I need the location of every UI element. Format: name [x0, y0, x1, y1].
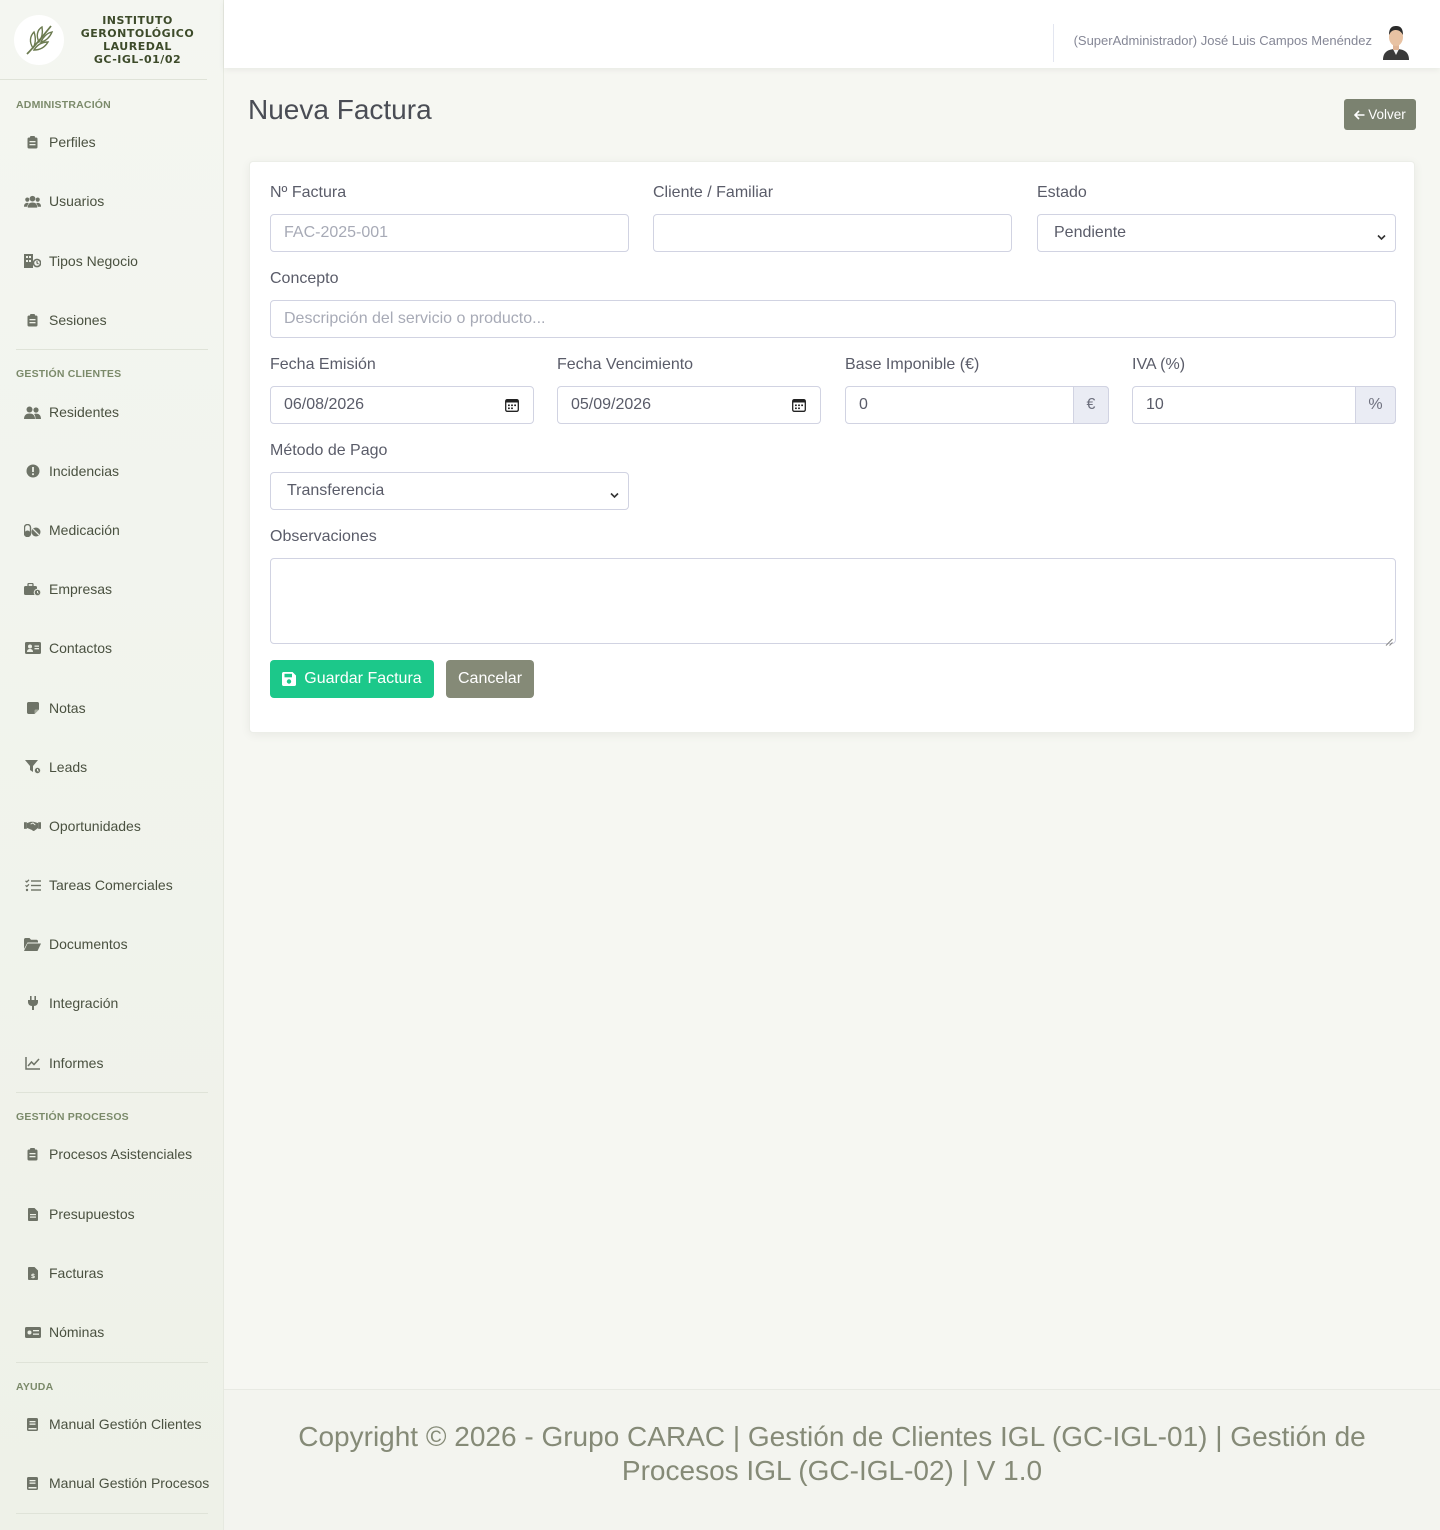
sidebar-item-notas[interactable]: Notas — [24, 698, 86, 718]
nav-heading-gestion-procesos: Gestión Procesos — [16, 1111, 129, 1123]
funnel-icon — [24, 760, 41, 774]
resize-handle[interactable] — [1385, 633, 1393, 646]
sidebar-item-usuarios[interactable]: Usuarios — [24, 191, 104, 211]
client-input[interactable] — [653, 214, 1012, 252]
sidebar-item-oportunidades[interactable]: Oportunidades — [24, 816, 141, 836]
handshake-icon — [24, 819, 41, 833]
nav-divider — [16, 1513, 208, 1514]
base-input[interactable]: 0 € — [845, 386, 1109, 424]
sidebar-item-presupuestos[interactable]: Presupuestos — [24, 1204, 135, 1224]
euro-addon: € — [1073, 386, 1109, 424]
concept-input[interactable]: Descripción del servicio o producto... — [270, 300, 1396, 338]
brand[interactable]: INSTITUTO GERONTOLÓGICO LAUREDAL GC-IGL-… — [0, 0, 207, 80]
folder-open-icon — [24, 937, 41, 951]
invoice-number-input[interactable]: FAC-2025-001 — [270, 214, 629, 252]
clipboard-icon — [24, 135, 41, 149]
calendar-icon[interactable] — [792, 398, 806, 412]
laurel-logo-icon — [14, 14, 64, 65]
building-icon — [24, 254, 41, 268]
sidebar: INSTITUTO GERONTOLÓGICO LAUREDAL GC-IGL-… — [0, 0, 224, 1530]
calendar-icon[interactable] — [505, 398, 519, 412]
issue-date-input[interactable]: 06/08/2026 — [270, 386, 534, 424]
back-button[interactable]: Volver — [1344, 99, 1416, 130]
due-date-input[interactable]: 05/09/2026 — [557, 386, 821, 424]
chevron-down-icon — [1377, 229, 1386, 241]
sidebar-item-residentes[interactable]: Residentes — [24, 402, 119, 422]
briefcase-icon — [24, 582, 41, 596]
topbar: (SuperAdministrador) José Luis Campos Me… — [224, 0, 1440, 68]
brand-name: INSTITUTO GERONTOLÓGICO LAUREDAL GC-IGL-… — [80, 13, 195, 66]
nav-divider — [16, 349, 208, 350]
sidebar-item-nominas[interactable]: Nóminas — [24, 1322, 104, 1342]
book-icon — [24, 1417, 41, 1431]
svg-text:$: $ — [30, 1272, 35, 1280]
sidebar-item-integracion[interactable]: Integración — [24, 993, 118, 1013]
line-chart-icon — [24, 1056, 41, 1070]
address-card-icon — [24, 641, 41, 655]
book-icon — [24, 1476, 41, 1490]
status-label: Estado — [1037, 184, 1087, 201]
payment-method-label: Método de Pago — [270, 442, 388, 459]
notes-textarea[interactable] — [270, 558, 1396, 646]
clipboard-icon — [24, 1147, 41, 1161]
status-select[interactable]: Pendiente — [1037, 214, 1396, 252]
copyright-text: Copyright © 2026 - Grupo CARAC | Gestión… — [298, 1421, 1366, 1486]
cancel-button[interactable]: Cancelar — [446, 660, 534, 698]
money-bill-icon — [24, 1325, 41, 1339]
concept-label: Concepto — [270, 270, 339, 287]
chevron-down-icon — [610, 487, 619, 499]
pills-icon — [24, 523, 41, 537]
vat-input[interactable]: 10 % — [1132, 386, 1396, 424]
sidebar-item-facturas[interactable]: $ Facturas — [24, 1263, 103, 1283]
topbar-divider — [1053, 24, 1054, 62]
save-icon — [282, 672, 297, 686]
invoice-number-label: Nº Factura — [270, 184, 347, 201]
nav-heading-gestion-clientes: Gestión Clientes — [16, 368, 122, 380]
footer: Copyright © 2026 - Grupo CARAC | Gestión… — [224, 1389, 1440, 1530]
users-icon — [24, 194, 41, 208]
sticky-note-icon — [24, 701, 41, 715]
sidebar-item-manual-gestion-clientes[interactable]: Manual Gestión Clientes — [24, 1414, 202, 1434]
sidebar-item-sesiones[interactable]: Sesiones — [24, 310, 107, 330]
sidebar-item-informes[interactable]: Informes — [24, 1053, 103, 1073]
notes-label: Observaciones — [270, 528, 377, 545]
sidebar-item-contactos[interactable]: Contactos — [24, 638, 112, 658]
nav-divider — [16, 1092, 208, 1093]
sidebar-item-empresas[interactable]: Empresas — [24, 579, 112, 599]
task-list-icon — [24, 878, 41, 892]
sidebar-item-tareas-comerciales[interactable]: Tareas Comerciales — [24, 875, 173, 895]
sidebar-item-leads[interactable]: Leads — [24, 757, 87, 777]
nav-heading-ayuda: Ayuda — [16, 1381, 54, 1393]
file-icon — [24, 1207, 41, 1221]
nav-heading-administracion: Administración — [16, 99, 111, 111]
arrow-left-icon — [1354, 109, 1365, 120]
nav-divider — [16, 1362, 208, 1363]
clipboard-icon — [24, 313, 41, 327]
sidebar-item-procesos-asistenciales[interactable]: Procesos Asistenciales — [24, 1144, 192, 1164]
issue-date-label: Fecha Emisión — [270, 356, 376, 373]
invoice-icon: $ — [24, 1266, 41, 1280]
user-name[interactable]: (SuperAdministrador) José Luis Campos Me… — [1074, 33, 1372, 48]
sidebar-item-manual-gestion-procesos[interactable]: Manual Gestión Procesos — [24, 1473, 209, 1493]
page-title: Nueva Factura — [248, 94, 432, 125]
save-invoice-button[interactable]: Guardar Factura — [270, 660, 434, 698]
due-date-label: Fecha Vencimiento — [557, 356, 694, 373]
avatar[interactable] — [1380, 24, 1412, 60]
base-label: Base Imponible (€) — [845, 356, 980, 373]
client-label: Cliente / Familiar — [653, 184, 774, 201]
percent-addon: % — [1355, 386, 1396, 424]
users-icon — [24, 405, 41, 419]
sidebar-item-documentos[interactable]: Documentos — [24, 934, 128, 954]
exclamation-circle-icon — [24, 464, 41, 478]
sidebar-item-incidencias[interactable]: Incidencias — [24, 461, 119, 481]
sidebar-item-perfiles[interactable]: Perfiles — [24, 132, 96, 152]
invoice-form-card: Nº Factura FAC-2025-001 Cliente / Famili… — [249, 161, 1415, 733]
sidebar-item-medicacion[interactable]: Medicación — [24, 520, 120, 540]
sidebar-item-tipos-negocio[interactable]: Tipos Negocio — [24, 251, 138, 271]
vat-label: IVA (%) — [1132, 356, 1186, 373]
plug-icon — [24, 996, 41, 1010]
payment-method-select[interactable]: Transferencia — [270, 472, 629, 510]
